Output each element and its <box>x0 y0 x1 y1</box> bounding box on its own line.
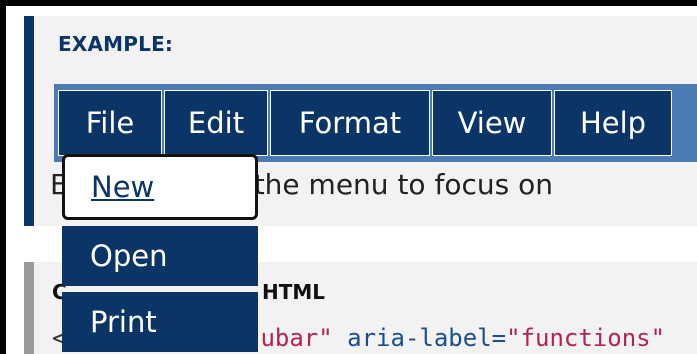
menuitem-print[interactable]: Print <box>62 292 258 352</box>
menu-file[interactable]: File <box>58 90 162 156</box>
menu-view[interactable]: View <box>432 90 552 156</box>
file-dropdown-menu: New Open Print <box>62 154 260 352</box>
code-attr-tail: ubar" <box>260 324 333 352</box>
menubar-items: File Edit Format View Help <box>58 90 674 156</box>
example-heading: EXAMPLE: <box>58 32 174 56</box>
code-val2: "functions" <box>506 324 666 352</box>
code-attr2: aria-label= <box>332 324 507 352</box>
menuitem-open[interactable]: Open <box>62 226 258 286</box>
menuitem-new[interactable]: New <box>62 154 258 220</box>
menu-help[interactable]: Help <box>554 90 672 156</box>
code-heading: HTML <box>262 280 326 304</box>
menu-edit[interactable]: Edit <box>164 90 268 156</box>
instruction-body: the menu to focus on <box>253 168 553 201</box>
menu-format[interactable]: Format <box>270 90 430 156</box>
